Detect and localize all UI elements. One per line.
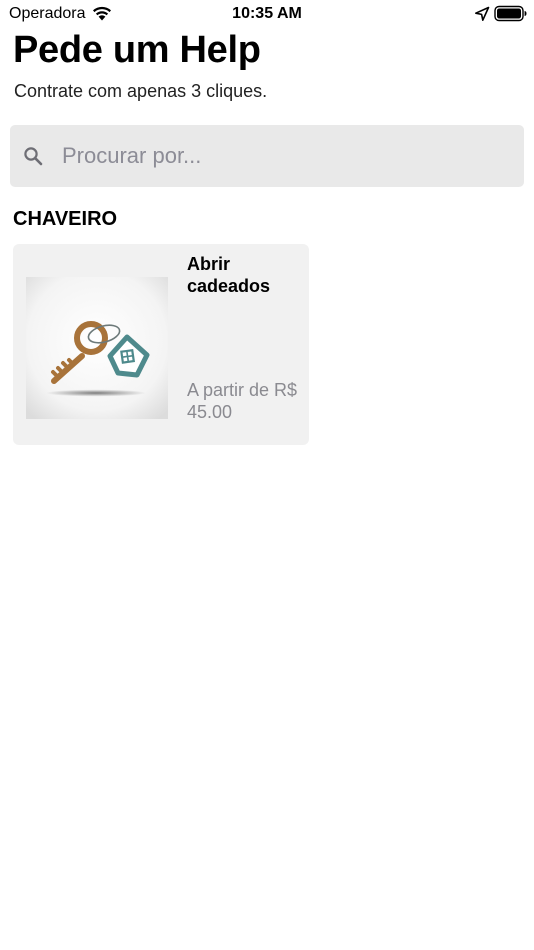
service-card[interactable]: Abrir cadeados A partir de R$ 45.00 [13, 244, 309, 445]
page-subtitle: Contrate com apenas 3 cliques. [14, 81, 268, 101]
battery-icon [494, 5, 527, 22]
status-bar: Operadora 10:35 AM [0, 0, 534, 28]
search-bar[interactable] [10, 125, 524, 187]
search-icon [24, 147, 43, 166]
location-arrow-icon [475, 6, 490, 21]
status-time: 10:35 AM [232, 5, 302, 22]
key-with-house-keychain-icon [26, 277, 168, 419]
page-title: Pede um Help [13, 29, 261, 71]
section-title: CHAVEIRO [13, 208, 118, 230]
search-input[interactable] [62, 135, 512, 177]
service-price: A partir de R$ 45.00 [187, 380, 298, 422]
service-title: Abrir cadeados [187, 254, 271, 296]
